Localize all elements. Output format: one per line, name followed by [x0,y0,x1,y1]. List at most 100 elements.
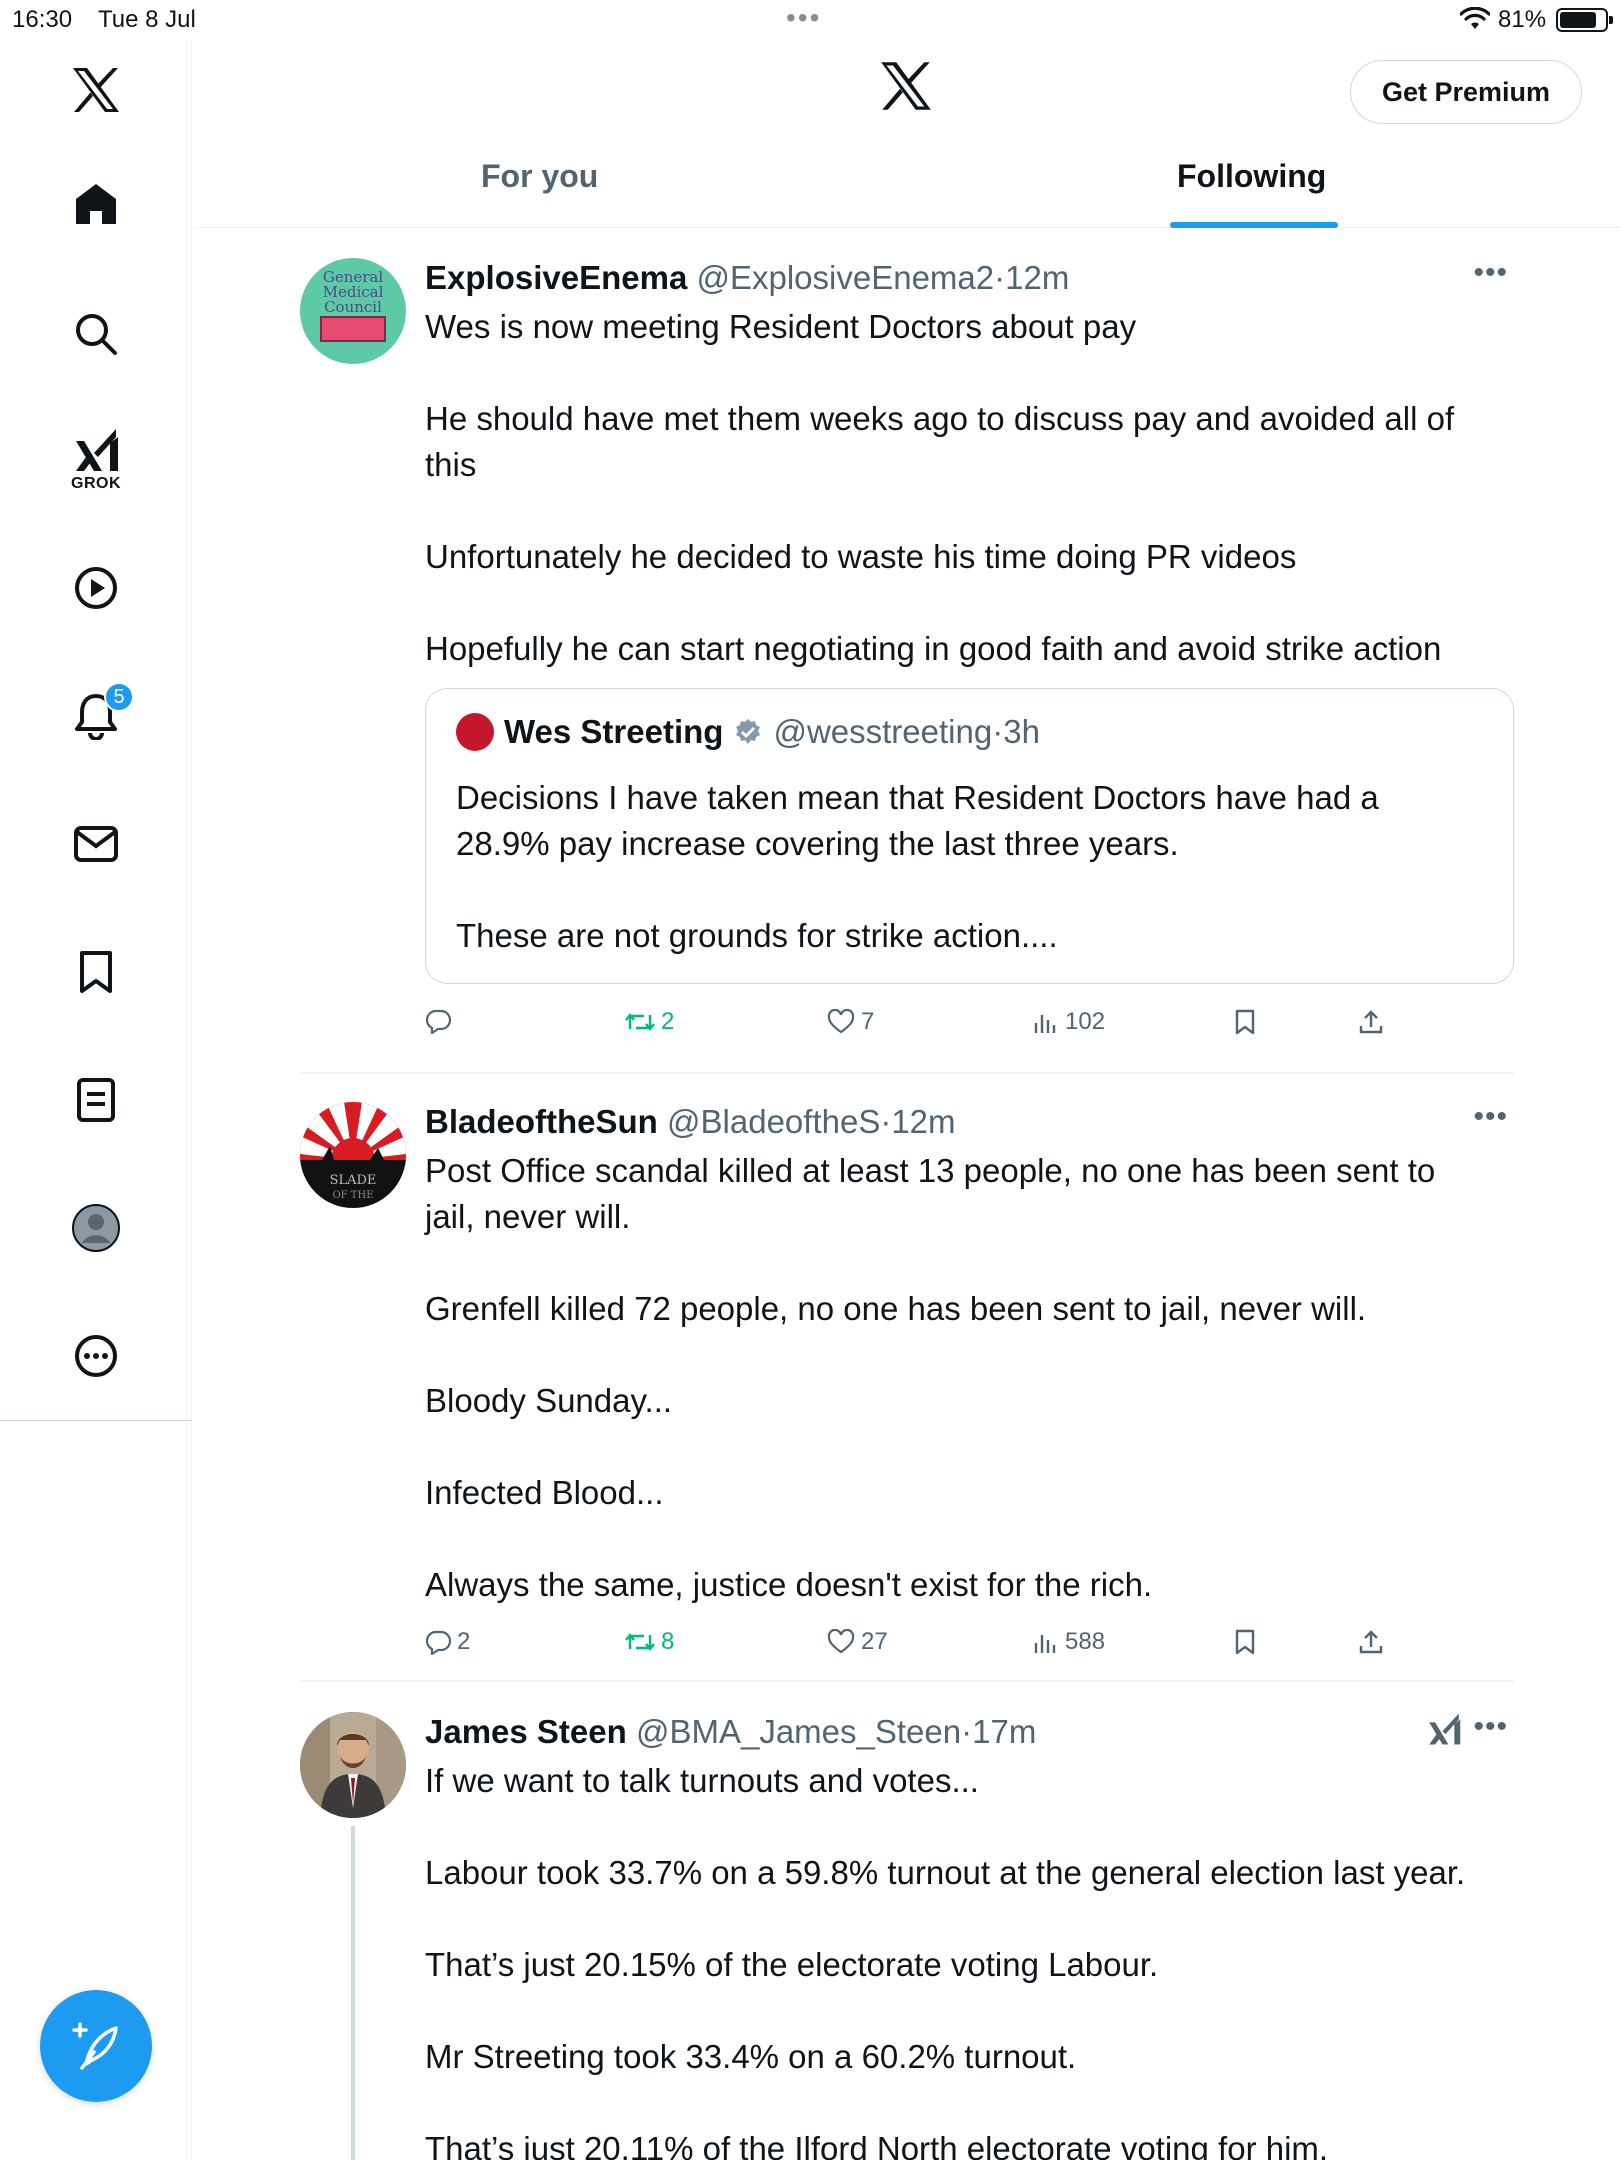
status-time: 16:30 [12,6,73,33]
tweet-text-line: If we want to talk turnouts and votes... [425,1762,979,1799]
quoted-timestamp: 3h [1003,713,1040,750]
battery-percent: 81% [1498,6,1547,33]
tweet-actions: 2 8 27 588 [425,1628,1425,1668]
tweet-header: ExplosiveEnema @ExplosiveEnema2·12m [425,256,1514,300]
author-name[interactable]: ExplosiveEnema [425,259,687,296]
quoted-text-line: Decisions I have taken mean that Residen… [456,779,1379,816]
quoted-text-line: 28.9% pay increase covering the last thr… [456,825,1179,862]
bookmark-button[interactable] [1233,1008,1257,1036]
retweet-icon [625,1633,655,1651]
tab-for-you[interactable]: For you [481,158,598,195]
reply-count: 2 [457,1628,471,1655]
profile-icon[interactable] [56,1188,136,1268]
quoted-author-handle: @wesstreeting [773,713,993,750]
quoted-text-line: These are not grounds for strike action.… [456,917,1058,954]
more-options-icon[interactable]: ••• [1473,1100,1508,1134]
retweet-count: 8 [661,1628,675,1655]
mail-icon[interactable] [56,804,136,884]
views-icon [1034,1015,1056,1033]
compose-icon [72,2022,118,2070]
tweet-separator [300,1072,1514,1074]
thread-connector-line [351,1826,355,2160]
tweet-text-line: Bloody Sunday... [425,1382,673,1419]
x-logo-icon[interactable] [879,60,933,117]
status-bar: 16:30 Tue 8 Jul ••• 81% [0,0,1620,40]
svg-text:SLADE: SLADE [330,1173,377,1188]
retweet-button[interactable]: 8 [625,1628,674,1656]
tweet-text-line: Wes is now meeting Resident Doctors abou… [425,308,1137,345]
x-logo-icon[interactable] [56,50,136,130]
reply-button[interactable] [425,1008,457,1034]
share-button[interactable] [1358,1008,1384,1036]
author-handle[interactable]: @BladeoftheS [667,1103,880,1140]
views-count: 102 [1065,1008,1106,1035]
avatar[interactable] [300,1712,406,1818]
more-options-icon[interactable]: ••• [1473,1710,1508,1744]
retweet-button[interactable]: 2 [625,1008,674,1036]
search-icon[interactable] [56,294,136,374]
tweet-body: BladeoftheSun @BladeoftheS·12m ••• Post … [425,1100,1514,1608]
tweet-text-line: That’s just 20.11% of the Ilford North e… [425,2130,1329,2160]
retweet-icon [625,1013,655,1031]
home-icon[interactable] [56,164,136,244]
avatar-stamp [320,316,386,342]
separator-dot: · [961,1713,973,1750]
author-handle[interactable]: @ExplosiveEnema2 [696,259,994,296]
tweet-header: James Steen @BMA_James_Steen·17m [425,1710,1514,1754]
author-name[interactable]: James Steen [425,1713,627,1750]
tweet-text-line: Post Office scandal killed at least 13 p… [425,1152,1436,1189]
like-count: 27 [861,1628,888,1655]
share-icon [1359,1010,1383,1034]
sidebar-divider [0,1420,192,1421]
tweet-text-line: jail, never will. [425,1198,631,1235]
tweet-actions: 2 7 102 [425,1008,1425,1048]
tweet-separator [300,1680,1514,1682]
compose-button[interactable] [40,1990,152,2102]
get-premium-button[interactable]: Get Premium [1350,60,1582,124]
views-button[interactable]: 102 [1033,1008,1105,1036]
more-circle-icon[interactable] [56,1316,136,1396]
like-count: 7 [861,1008,875,1035]
timestamp[interactable]: 17m [972,1713,1036,1750]
grok-icon[interactable]: GROK [56,420,136,500]
svg-text:OF THE: OF THE [332,1190,373,1201]
separator-dot: · [994,259,1006,296]
rising-sun-avatar-icon: SLADE OF THE [300,1102,406,1208]
wifi-icon [1459,6,1491,38]
timestamp[interactable]: 12m [891,1103,955,1140]
tweet-text-line: Labour took 33.7% on a 59.8% turnout at … [425,1854,1466,1891]
list-icon[interactable] [56,1060,136,1140]
quoted-tweet[interactable]: Wes Streeting @wesstreeting · 3h Decisions… [425,688,1514,984]
timestamp[interactable]: 12m [1005,259,1069,296]
grok-label: GROK [71,475,121,492]
bookmark-icon[interactable] [56,932,136,1012]
tab-following[interactable]: Following [1177,158,1326,195]
like-button[interactable]: 7 [827,1008,874,1036]
play-icon[interactable] [56,548,136,628]
retweet-count: 2 [661,1008,675,1035]
tweet-text-line: Always the same, justice doesn't exist f… [425,1566,1153,1603]
views-button[interactable]: 588 [1033,1628,1105,1656]
battery-icon [1556,8,1613,32]
author-name[interactable]: BladeoftheSun [425,1103,658,1140]
bookmark-icon [1235,1629,1255,1655]
active-tab-indicator [1170,222,1338,228]
author-handle[interactable]: @BMA_James_Steen [636,1713,961,1750]
verified-badge-icon [736,719,761,744]
avatar[interactable]: General Medical Council [300,258,406,364]
reply-button[interactable]: 2 [425,1628,470,1656]
grok-icon[interactable] [1426,1712,1462,1751]
share-button[interactable] [1358,1628,1384,1656]
more-options-icon[interactable]: ••• [1473,256,1508,290]
quoted-author-name: Wes Streeting [504,713,724,750]
bell-icon[interactable]: 5 [56,676,136,756]
multitasking-dots-icon[interactable]: ••• [786,2,821,34]
like-button[interactable]: 27 [827,1628,888,1656]
separator-dot: · [992,713,1004,750]
sidebar: GROK 5 [0,40,192,2160]
quoted-tweet-body: Decisions I have taken mean that Residen… [456,775,1379,959]
bookmark-button[interactable] [1233,1628,1257,1656]
views-icon [1034,1635,1056,1653]
avatar[interactable]: SLADE OF THE [300,1102,406,1208]
separator-dot: · [880,1103,892,1140]
